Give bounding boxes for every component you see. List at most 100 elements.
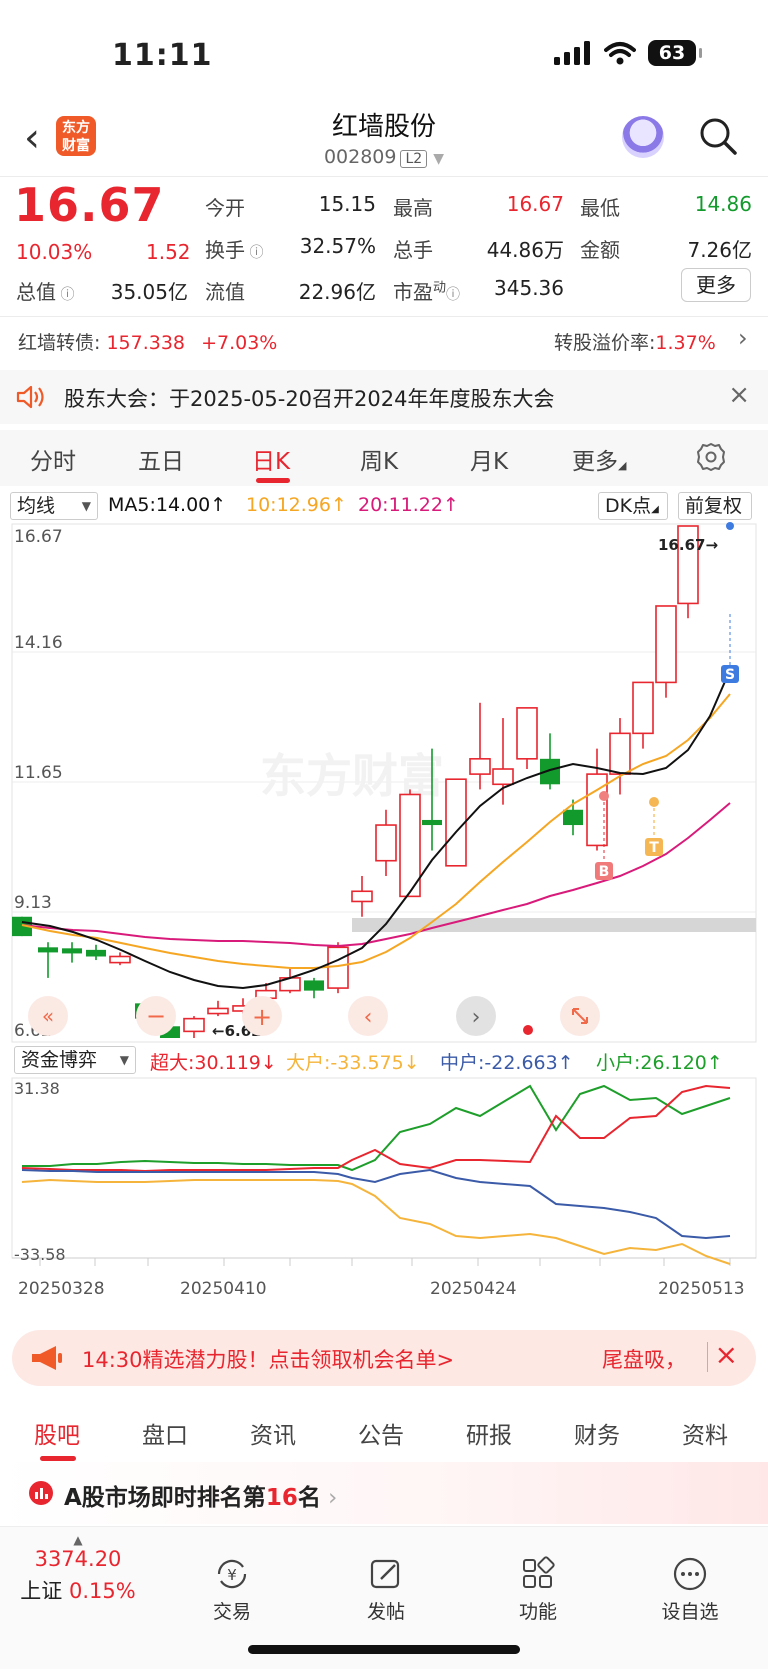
pe-label[interactable]: 市盈动ⓘ — [393, 276, 460, 305]
volume-value: 44.86万 — [486, 238, 564, 262]
info-icon[interactable]: ⓘ — [56, 287, 74, 303]
svg-text:+: + — [252, 1003, 272, 1031]
small-flow-line — [22, 1084, 731, 1172]
notice-bar[interactable]: 股东大会：于2025-05-20召开2024年年度股东大会 × — [0, 370, 768, 424]
ma-legend-row: 均线 ▼ MA5:14.00↑ 10:12.96↑ 20:11.22↑ DK点◢ … — [0, 490, 768, 522]
info-icon[interactable]: ⓘ — [245, 245, 263, 261]
y-label: 16.67 — [14, 527, 63, 547]
svg-text:¥: ¥ — [227, 1566, 237, 1584]
period-tabs: 分时 五日 日K 周K 月K 更多◢ — [0, 430, 768, 486]
dk-point-button[interactable]: DK点◢ — [598, 492, 668, 520]
status-icons: 63 — [554, 40, 702, 66]
float-label: 流值 — [205, 280, 245, 304]
tab-news[interactable]: 资讯 — [250, 1416, 296, 1450]
tab-research[interactable]: 研报 — [466, 1416, 512, 1450]
last-price: 16.67 — [14, 178, 165, 232]
t-dot — [649, 797, 659, 807]
gear-icon[interactable] — [696, 442, 726, 472]
chevron-right-icon[interactable]: › — [738, 324, 748, 352]
rank-text: A股市场即时排名第16名 › — [64, 1485, 338, 1511]
super-flow-value: 超大:30.119↓ — [150, 1052, 277, 1074]
candle-body — [375, 824, 397, 862]
pe-value: 345.36 — [494, 276, 564, 300]
candle-body — [469, 758, 491, 775]
edit-icon — [370, 1559, 400, 1589]
tab-finance[interactable]: 财务 — [574, 1416, 620, 1450]
x-date-label: 20250513 — [658, 1279, 745, 1299]
tab-orderbook[interactable]: 盘口 — [142, 1416, 188, 1450]
tab-five-day[interactable]: 五日 — [138, 442, 184, 476]
more-dots-icon — [673, 1557, 707, 1591]
mid-flow-value: 中户:-22.663↑ — [440, 1052, 574, 1074]
t-marker-label: T — [649, 840, 659, 856]
banner-tail: 尾盘吸， — [602, 1348, 686, 1372]
flow-indicator-select[interactable]: 资金博弈 ▼ — [14, 1046, 136, 1074]
tab-weekly-k[interactable]: 周K — [360, 442, 398, 476]
turnover-value: 32.57% — [299, 234, 376, 258]
turnover-label[interactable]: 换手 ⓘ — [205, 234, 263, 263]
big-flow-value: 大户:-33.575↓ — [286, 1052, 420, 1074]
tab-announcements[interactable]: 公告 — [358, 1416, 404, 1450]
nav-functions[interactable]: 功能 — [488, 1555, 588, 1624]
l2-badge[interactable]: L2 — [400, 150, 428, 168]
candle-body — [632, 681, 654, 735]
tab-profile[interactable]: 资料 — [682, 1416, 728, 1450]
index-name: 上证 — [20, 1579, 63, 1603]
active-tab-underline — [256, 478, 290, 483]
flow-legend-row: 资金博弈 ▼ 超大:30.119↓ 大户:-33.575↓ 中户:-22.663↑… — [0, 1046, 768, 1076]
mid-flow-line — [21, 1168, 731, 1240]
small-flow-value: 小户:26.120↑ — [596, 1052, 723, 1074]
candle-body — [38, 947, 58, 953]
candle-body — [609, 732, 631, 775]
indicator-select[interactable]: 均线 ▼ — [10, 492, 98, 520]
candle-body — [86, 949, 106, 957]
candle-body — [516, 707, 538, 760]
promo-banner[interactable]: 14:30精选潜力股！点击领取机会名单> 尾盘吸， × — [12, 1330, 756, 1386]
banner-text: 14:30精选潜力股！点击领取机会名单> — [82, 1348, 455, 1372]
volume-label: 总手 — [393, 238, 433, 262]
mktcap-label[interactable]: 总值 ⓘ — [16, 276, 74, 305]
tab-monthly-k[interactable]: 月K — [470, 442, 508, 476]
last-price-label: 16.67→ — [658, 536, 718, 554]
search-icon[interactable] — [698, 116, 738, 156]
info-icon[interactable]: ⓘ — [446, 287, 460, 303]
candle-body — [563, 809, 583, 826]
premium-rate: 转股溢价率:1.37% — [554, 332, 716, 354]
home-indicator — [248, 1645, 520, 1654]
tab-intraday[interactable]: 分时 — [30, 442, 76, 476]
change-percent: 10.03% — [16, 240, 93, 264]
candle-body — [351, 890, 373, 903]
flow-frame — [11, 1077, 757, 1259]
sell-marker-label: S — [725, 667, 735, 683]
candle-body — [655, 605, 677, 684]
adjust-button[interactable]: 前复权 — [678, 492, 752, 520]
candle-body — [304, 980, 324, 991]
nav-add-watchlist[interactable]: 设自选 — [640, 1555, 740, 1624]
y-label: 9.13 — [14, 893, 52, 913]
nav-trade[interactable]: ¥ 交易 — [182, 1555, 282, 1624]
close-icon[interactable]: × — [728, 380, 750, 410]
kline-chart[interactable]: 东方财富 16.67 14.16 11.65 9.13 6.62 S B T 1… — [0, 520, 768, 1310]
index-quote[interactable]: ▲ 3374.20 上证 0.15% — [18, 1533, 138, 1605]
high-value: 16.67 — [506, 192, 564, 216]
svg-text:−: − — [146, 1002, 166, 1030]
market-rank-row[interactable]: A股市场即时排名第16名 › — [0, 1462, 768, 1524]
x-ticks — [39, 1258, 731, 1266]
chevron-down-icon[interactable]: ▼ — [433, 151, 444, 167]
mktcap-value: 35.05亿 — [110, 280, 188, 304]
nav-post[interactable]: 发帖 — [336, 1555, 436, 1624]
candle-body — [62, 948, 82, 954]
tab-daily-k[interactable]: 日K — [252, 442, 290, 476]
tab-more[interactable]: 更多◢ — [572, 442, 626, 476]
status-time: 11:11 — [112, 38, 213, 73]
bond-price: 157.338 — [106, 332, 186, 354]
signal-icon — [554, 41, 590, 65]
open-label: 今开 — [205, 196, 245, 220]
y-label: 14.16 — [14, 633, 63, 653]
assistant-avatar[interactable] — [622, 116, 664, 158]
close-icon[interactable]: × — [715, 1338, 738, 1371]
more-button[interactable]: 更多 — [681, 268, 751, 302]
convertible-bond-row[interactable]: 红墙转债: 157.338 +7.03% — [18, 328, 277, 355]
megaphone-icon — [32, 1346, 62, 1370]
tab-forum[interactable]: 股吧 — [34, 1416, 80, 1450]
